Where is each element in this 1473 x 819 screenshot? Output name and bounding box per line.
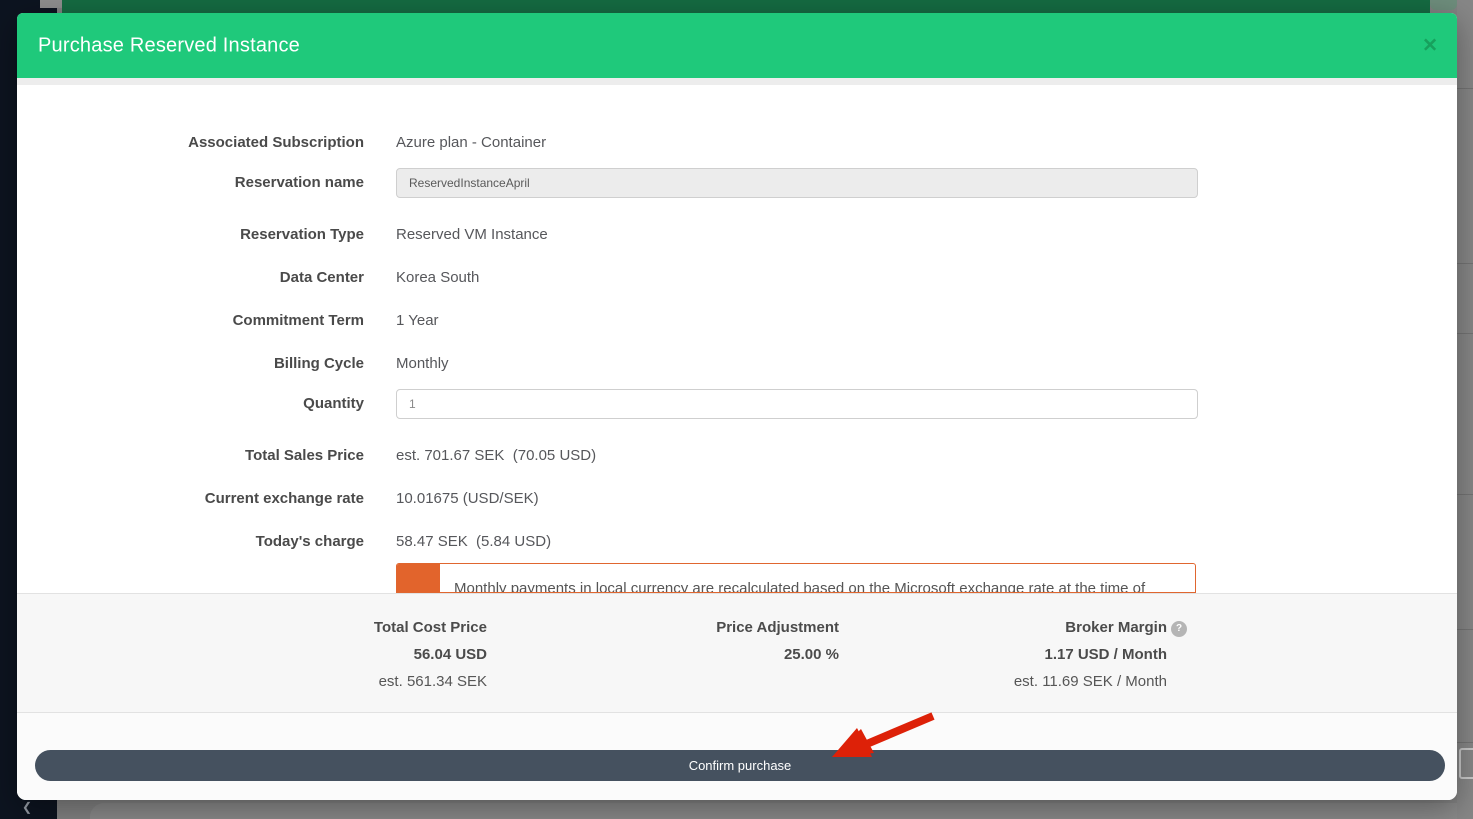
sidebar-collapse-icon[interactable]: ❮ [22,799,32,815]
modal-header: Purchase Reserved Instance ✕ [17,13,1457,78]
field-value: Reserved VM Instance [396,225,548,245]
field-label: Billing Cycle [17,354,364,374]
field-billing-cycle: Billing Cycle Monthly [17,354,449,374]
field-associated-subscription: Associated Subscription Azure plan - Con… [17,133,546,153]
field-label: Reservation Type [17,225,364,245]
page-scrollbar-track[interactable] [1457,0,1473,819]
background-row-divider [1457,742,1473,743]
summary-value: 1.17 USD / Month [767,641,1167,668]
summary-label-text: Broker Margin [1065,619,1167,636]
field-label: Data Center [17,268,364,288]
field-label: Current exchange rate [17,489,364,509]
field-total-sales-price: Total Sales Price est. 701.67 SEK (70.05… [17,446,596,466]
sidebar-scrollbar-thumb[interactable] [40,0,62,8]
field-data-center: Data Center Korea South [17,268,479,288]
app-navbar [62,0,1430,13]
field-value: 1 Year [396,311,439,331]
summary-estimate: est. 561.34 SEK [87,668,487,695]
summary-label: Total Cost Price [87,614,487,641]
help-icon[interactable]: ? [1171,621,1187,637]
field-label: Commitment Term [17,311,364,331]
purchase-reserved-instance-modal: Purchase Reserved Instance ✕ Associated … [17,13,1457,800]
field-reservation-type: Reservation Type Reserved VM Instance [17,225,548,245]
navbar-scroll-thumb [1430,0,1457,10]
field-current-exchange-rate: Current exchange rate 10.01675 (USD/SEK) [17,489,539,509]
field-reservation-name: Reservation name [17,168,1198,198]
cost-summary-bar: Total Cost Price 56.04 USD est. 561.34 S… [17,593,1457,713]
background-content-panel [90,803,1457,819]
modal-header-divider [17,78,1457,85]
background-row-divider [1457,263,1473,264]
confirm-purchase-button[interactable]: Confirm purchase [35,750,1445,781]
modal-title: Purchase Reserved Instance [38,34,300,57]
field-value: Korea South [396,268,479,288]
background-row-divider [1457,494,1473,495]
exchange-rate-warning: Monthly payments in local currency are r… [396,563,1196,593]
background-row-divider [1457,629,1473,630]
field-label: Total Sales Price [17,446,364,466]
summary-total-cost-price: Total Cost Price 56.04 USD est. 561.34 S… [87,614,487,695]
warning-icon [397,564,440,593]
background-row-divider [1457,88,1473,89]
field-label: Associated Subscription [17,133,364,153]
summary-label: Broker Margin? [767,614,1167,641]
summary-value: 56.04 USD [87,641,487,668]
field-value: 10.01675 (USD/SEK) [396,489,539,509]
field-value: est. 701.67 SEK (70.05 USD) [396,446,596,466]
modal-actions: Confirm purchase [17,713,1457,800]
background-form-control [1459,748,1473,779]
warning-text: Monthly payments in local currency are r… [454,580,1145,593]
field-label: Quantity [17,389,364,419]
summary-estimate: est. 11.69 SEK / Month [767,668,1167,695]
field-value: Monthly [396,354,449,374]
background-row-divider [1457,333,1473,334]
quantity-input[interactable] [396,389,1198,419]
field-value: 58.47 SEK (5.84 USD) [396,532,551,552]
field-label: Reservation name [17,168,364,198]
field-label: Today's charge [17,532,364,552]
field-quantity: Quantity [17,389,1198,419]
field-todays-charge: Today's charge 58.47 SEK (5.84 USD) [17,532,551,552]
reservation-name-input[interactable] [396,168,1198,198]
close-icon[interactable]: ✕ [1422,34,1438,57]
field-value: Azure plan - Container [396,133,546,153]
field-commitment-term: Commitment Term 1 Year [17,311,439,331]
summary-broker-margin: Broker Margin? 1.17 USD / Month est. 11.… [767,614,1167,695]
